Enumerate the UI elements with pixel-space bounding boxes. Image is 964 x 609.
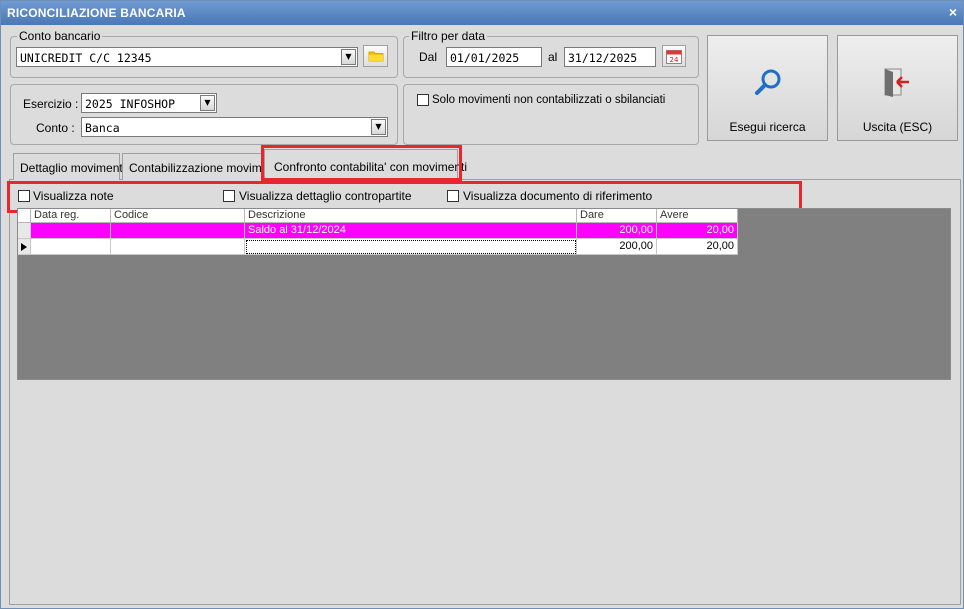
cell-dare[interactable]: 200,00 bbox=[577, 239, 657, 255]
close-icon[interactable]: × bbox=[949, 4, 957, 20]
conto-bancario-value: UNICREDIT C/C 12345 bbox=[20, 51, 152, 65]
cell-avere[interactable]: 20,00 bbox=[657, 223, 738, 239]
tab-dettaglio-movimenti[interactable]: Dettaglio movimenti bbox=[13, 153, 125, 180]
dal-label: Dal bbox=[419, 50, 438, 64]
tab-contabilizzazione-movimenti[interactable]: Contabilizzazione movimenti bbox=[122, 153, 263, 180]
cell-descrizione[interactable] bbox=[245, 239, 577, 255]
cell-dare[interactable]: 200,00 bbox=[577, 223, 657, 239]
column-header-descrizione[interactable]: Descrizione bbox=[245, 209, 577, 223]
table-row[interactable]: 200,00 20,00 bbox=[18, 239, 738, 255]
conto-label: Conto : bbox=[36, 121, 75, 135]
chevron-down-icon[interactable]: ▼ bbox=[371, 119, 386, 135]
cell-text: Saldo al 31/12/2024 bbox=[248, 224, 346, 236]
column-header-data-reg[interactable]: Data reg. bbox=[31, 209, 111, 223]
calendar-day: 24 bbox=[670, 56, 679, 64]
table-row[interactable]: Saldo al 31/12/2024 200,00 20,00 bbox=[18, 223, 738, 239]
cell-codice[interactable] bbox=[111, 223, 245, 239]
al-date-value: 31/12/2025 bbox=[568, 51, 638, 65]
search-button[interactable]: Esegui ricerca bbox=[707, 35, 828, 141]
window-title: RICONCILIAZIONE BANCARIA bbox=[7, 6, 186, 20]
conto-select[interactable]: Banca ▼ bbox=[81, 117, 388, 137]
chevron-down-icon[interactable]: ▼ bbox=[200, 95, 215, 111]
al-date-field[interactable]: 31/12/2025 bbox=[564, 47, 656, 67]
tab-contabilizzazione-label: Contabilizzazione movimenti bbox=[129, 161, 262, 175]
filtro-data-legend: Filtro per data bbox=[409, 29, 488, 43]
title-bar: RICONCILIAZIONE BANCARIA × bbox=[1, 1, 963, 25]
column-header-label: Descrizione bbox=[248, 209, 306, 221]
column-header-label: Codice bbox=[114, 209, 149, 221]
movimenti-grid[interactable]: Data reg. Codice Descrizione Dare Avere … bbox=[17, 208, 951, 380]
column-header-avere[interactable]: Avere bbox=[657, 209, 738, 223]
folder-button[interactable] bbox=[363, 45, 388, 67]
solo-movimenti-checkbox[interactable] bbox=[417, 94, 429, 106]
exit-button[interactable]: Uscita (ESC) bbox=[837, 35, 958, 141]
conto-bancario-select[interactable]: UNICREDIT C/C 12345 ▼ bbox=[16, 47, 358, 67]
column-header-dare[interactable]: Dare bbox=[577, 209, 657, 223]
folder-icon bbox=[368, 51, 384, 62]
exit-door-icon bbox=[884, 68, 909, 97]
column-header-label: Dare bbox=[580, 209, 604, 221]
cell-avere[interactable]: 20,00 bbox=[657, 239, 738, 255]
al-label: al bbox=[548, 50, 558, 64]
calendar-button[interactable]: 24 bbox=[662, 45, 686, 67]
cell-data-reg[interactable] bbox=[31, 223, 111, 239]
row-indicator bbox=[18, 239, 31, 255]
cell-data-reg[interactable] bbox=[31, 239, 111, 255]
cell-descrizione[interactable]: Saldo al 31/12/2024 bbox=[245, 223, 577, 239]
calendar-icon: 24 bbox=[666, 50, 682, 64]
esercizio-select[interactable]: 2025 INFOSHOP ▼ bbox=[81, 93, 217, 113]
esercizio-value: 2025 INFOSHOP bbox=[85, 97, 176, 111]
tab-dettaglio-label: Dettaglio movimenti bbox=[20, 161, 126, 175]
row-indicator bbox=[18, 223, 31, 239]
cell-codice[interactable] bbox=[111, 239, 245, 255]
grid-header-indicator bbox=[18, 209, 31, 223]
row-pointer-icon bbox=[21, 243, 27, 251]
solo-movimenti-label: Solo movimenti non contabilizzati o sbil… bbox=[432, 94, 666, 106]
cell-text: 20,00 bbox=[706, 224, 734, 236]
column-header-codice[interactable]: Codice bbox=[111, 209, 245, 223]
search-button-label: Esegui ricerca bbox=[729, 120, 806, 134]
highlight-tab-box bbox=[261, 145, 462, 181]
magnifier-icon bbox=[755, 69, 781, 95]
chevron-down-icon[interactable]: ▼ bbox=[341, 49, 356, 65]
conto-bancario-legend: Conto bancario bbox=[17, 29, 103, 43]
cell-text: 200,00 bbox=[619, 240, 653, 252]
main-window: RICONCILIAZIONE BANCARIA × Conto bancari… bbox=[0, 0, 964, 609]
esercizio-label: Esercizio : bbox=[23, 97, 79, 111]
cell-text: 200,00 bbox=[619, 224, 653, 236]
cell-text: 20,00 bbox=[706, 240, 734, 252]
exit-button-label: Uscita (ESC) bbox=[862, 120, 933, 134]
dal-date-field[interactable]: 01/01/2025 bbox=[446, 47, 542, 67]
dal-date-value: 01/01/2025 bbox=[450, 51, 520, 65]
column-header-label: Avere bbox=[660, 209, 689, 221]
column-header-label: Data reg. bbox=[34, 209, 80, 221]
conto-value: Banca bbox=[85, 121, 120, 135]
